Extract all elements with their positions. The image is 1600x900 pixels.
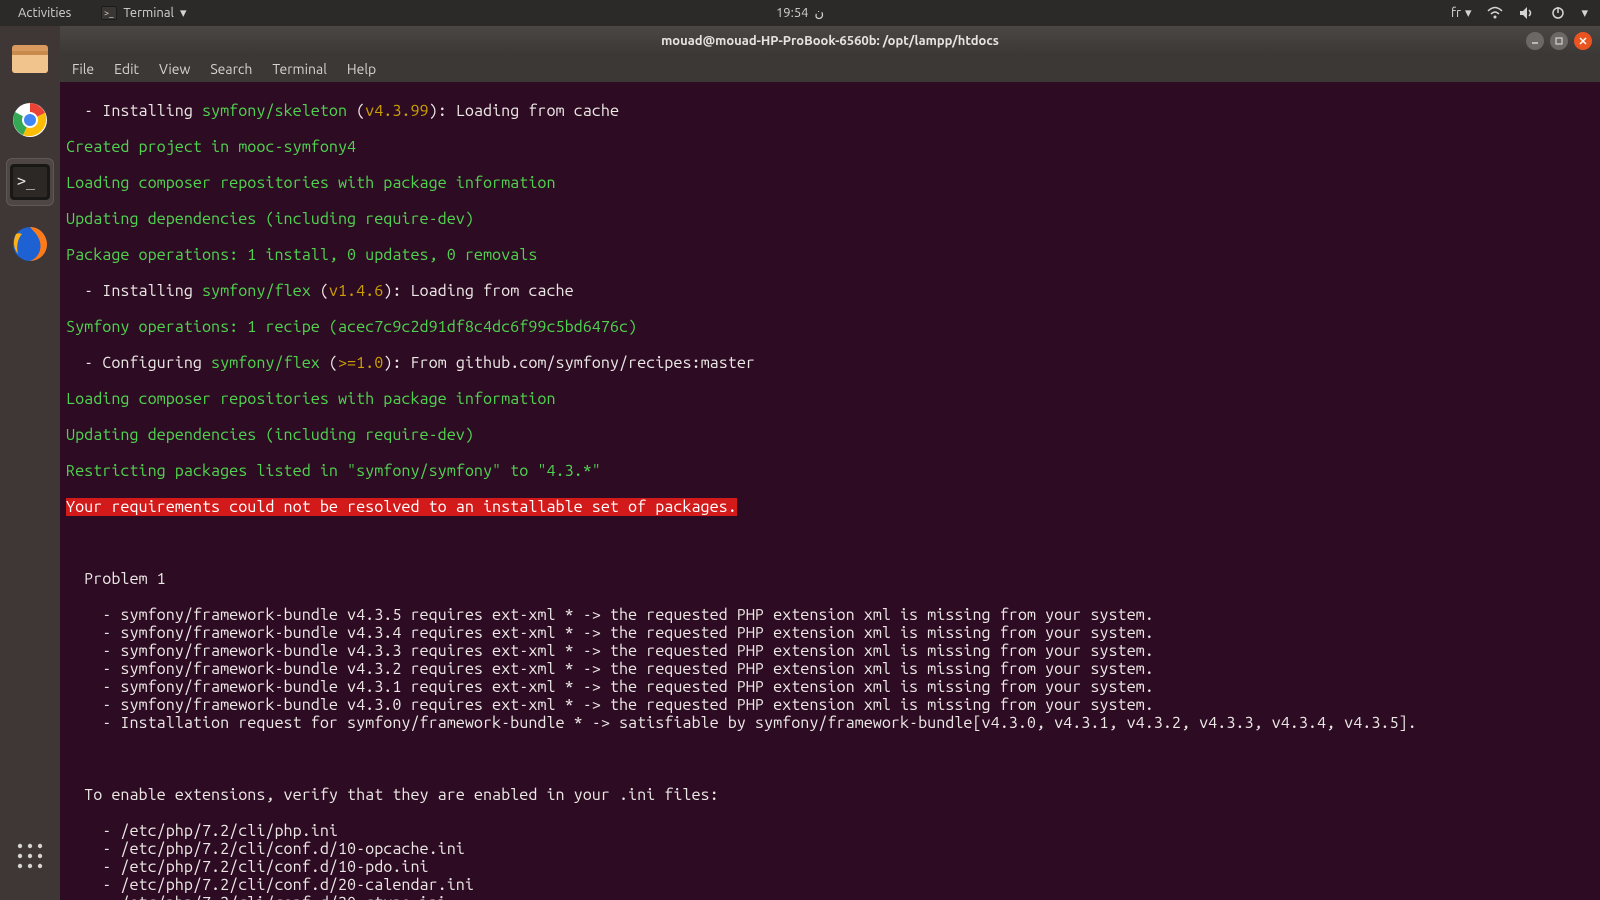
term-text: - Installing (66, 282, 202, 300)
term-text: ( (347, 102, 365, 120)
term-text: - /etc/php/7.2/cli/conf.d/10-pdo.ini (66, 858, 1594, 876)
term-text: - symfony/framework-bundle v4.3.2 requir… (66, 660, 1594, 678)
term-text: Updating dependencies (including require… (66, 210, 1594, 228)
menu-help[interactable]: Help (347, 61, 376, 77)
window-title: mouad@mouad-HP-ProBook-6560b: /opt/lampp… (661, 34, 999, 48)
term-text: ( (311, 282, 329, 300)
term-text: - symfony/framework-bundle v4.3.3 requir… (66, 642, 1594, 660)
term-text: ( (320, 354, 338, 372)
window-buttons (1526, 32, 1592, 50)
term-text: - /etc/php/7.2/cli/conf.d/20-calendar.in… (66, 876, 1594, 894)
term-text: - symfony/framework-bundle v4.3.4 requir… (66, 624, 1594, 642)
menu-terminal[interactable]: Terminal (272, 61, 327, 77)
term-text: symfony/flex (211, 354, 320, 372)
dock: >_ (0, 26, 60, 900)
term-text: Created project in mooc-symfony4 (66, 138, 1594, 156)
terminal-window: mouad@mouad-HP-ProBook-6560b: /opt/lampp… (60, 26, 1600, 900)
system-tray: fr ▾ ▾ (1451, 6, 1588, 21)
wifi-icon[interactable] (1487, 6, 1503, 20)
chevron-down-icon: ▾ (1465, 6, 1472, 21)
dock-terminal[interactable]: >_ (6, 158, 54, 206)
term-text: ): From github.com/symfony/recipes:maste… (383, 354, 755, 372)
term-text: - Installation request for symfony/frame… (66, 714, 1594, 732)
term-text: ): Loading from cache (383, 282, 573, 300)
close-button[interactable] (1574, 32, 1592, 50)
term-text: Updating dependencies (including require… (66, 426, 1594, 444)
term-error: Your requirements could not be resolved … (66, 498, 737, 516)
term-text: - symfony/framework-bundle v4.3.5 requir… (66, 606, 1594, 624)
term-text: symfony/flex (202, 282, 311, 300)
maximize-button[interactable] (1550, 32, 1568, 50)
svg-text:>_: >_ (17, 172, 36, 190)
keyboard-layout-label: fr (1451, 6, 1461, 20)
top-panel: Activities >_ Terminal ▾ 19:54 ن fr ▾ ▾ (0, 0, 1600, 26)
terminal-icon: >_ (101, 6, 117, 20)
term-text: Problem 1 (66, 570, 1594, 588)
term-text: - /etc/php/7.2/cli/php.ini (66, 822, 1594, 840)
clock[interactable]: 19:54 ن (776, 6, 824, 21)
term-text: - /etc/php/7.2/cli/conf.d/20-ctype.ini (66, 894, 1594, 900)
term-text: To enable extensions, verify that they a… (66, 786, 1594, 804)
term-text: Package operations: 1 install, 0 updates… (66, 246, 1594, 264)
activities-button[interactable]: Activities (18, 6, 71, 20)
term-text: symfony/skeleton (202, 102, 347, 120)
dock-chrome[interactable] (6, 96, 54, 144)
clock-time: 19:54 (776, 6, 809, 20)
svg-text:>_: >_ (104, 8, 114, 18)
term-text: v1.4.6 (329, 282, 383, 300)
term-text: - symfony/framework-bundle v4.3.1 requir… (66, 678, 1594, 696)
term-text: - Installing (66, 102, 202, 120)
term-blank (66, 750, 1594, 768)
term-text: Loading composer repositories with packa… (66, 174, 1594, 192)
term-text: Symfony operations: 1 recipe (acec7c9c2d… (66, 318, 1594, 336)
term-text: v4.3.99 (365, 102, 428, 120)
minimize-button[interactable] (1526, 32, 1544, 50)
titlebar[interactable]: mouad@mouad-HP-ProBook-6560b: /opt/lampp… (60, 26, 1600, 56)
term-text: - symfony/framework-bundle v4.3.0 requir… (66, 696, 1594, 714)
app-menu-label: Terminal (123, 6, 174, 20)
menu-file[interactable]: File (72, 61, 94, 77)
power-icon[interactable] (1551, 6, 1565, 20)
term-text: ): Loading from cache (429, 102, 619, 120)
menu-search[interactable]: Search (210, 61, 252, 77)
keyboard-layout[interactable]: fr ▾ (1451, 6, 1471, 21)
menubar: File Edit View Search Terminal Help (60, 56, 1600, 82)
term-text: Restricting packages listed in "symfony/… (66, 462, 1594, 480)
term-text: - Configuring (66, 354, 211, 372)
term-text: >=1.0 (338, 354, 383, 372)
chevron-down-icon[interactable]: ▾ (1581, 6, 1588, 21)
term-text: - /etc/php/7.2/cli/conf.d/10-opcache.ini (66, 840, 1594, 858)
menu-view[interactable]: View (159, 61, 190, 77)
show-applications[interactable] (6, 832, 54, 880)
chevron-down-icon: ▾ (180, 6, 187, 21)
term-text: Loading composer repositories with packa… (66, 390, 1594, 408)
app-menu[interactable]: >_ Terminal ▾ (101, 6, 186, 21)
volume-icon[interactable] (1519, 6, 1535, 20)
menu-edit[interactable]: Edit (114, 61, 139, 77)
term-blank (66, 534, 1594, 552)
dock-files[interactable] (6, 34, 54, 82)
clock-glyph: ن (814, 6, 824, 21)
dock-firefox[interactable] (6, 220, 54, 268)
terminal-output[interactable]: - Installing symfony/skeleton (v4.3.99):… (60, 82, 1600, 900)
